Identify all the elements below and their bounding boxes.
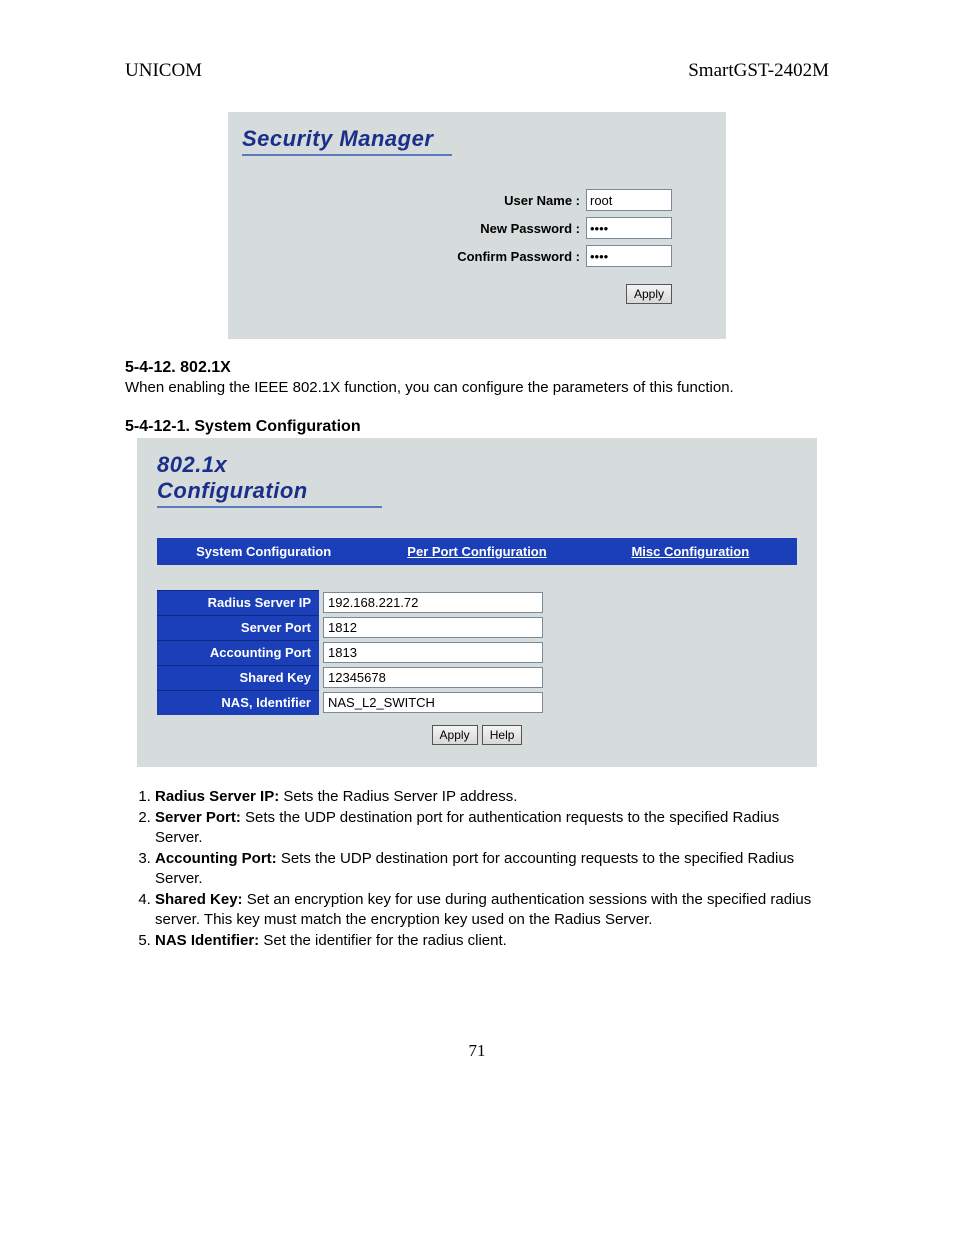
tab-per-port-configuration[interactable]: Per Port Configuration xyxy=(370,538,583,565)
accounting-port-label: Accounting Port xyxy=(157,640,319,665)
nas-identifier-input[interactable] xyxy=(323,692,543,713)
header-right: SmartGST-2402M xyxy=(688,60,829,82)
security-manager-panel: Security Manager User Name : New Passwor… xyxy=(228,112,726,339)
description-list: Radius Server IP: Sets the Radius Server… xyxy=(125,787,829,951)
radius-server-ip-label: Radius Server IP xyxy=(157,590,319,615)
header-left: UNICOM xyxy=(125,60,202,82)
config-tabs: System Configuration Per Port Configurat… xyxy=(157,538,797,565)
config-apply-button[interactable]: Apply xyxy=(432,725,478,745)
page-header: UNICOM SmartGST-2402M xyxy=(125,60,829,82)
list-item: Radius Server IP: Sets the Radius Server… xyxy=(155,787,829,807)
security-apply-button[interactable]: Apply xyxy=(626,284,672,304)
config-panel-title: 802.1x Configuration xyxy=(157,452,382,508)
list-item: Accounting Port: Sets the UDP destinatio… xyxy=(155,849,829,888)
shared-key-label: Shared Key xyxy=(157,665,319,690)
section-text-8021x: When enabling the IEEE 802.1X function, … xyxy=(125,379,829,398)
section-heading-system-config: 5-4-12-1. System Configuration xyxy=(125,418,829,436)
accounting-port-input[interactable] xyxy=(323,642,543,663)
page-number: 71 xyxy=(125,1041,829,1061)
username-label: User Name : xyxy=(504,193,580,208)
config-help-button[interactable]: Help xyxy=(482,725,523,745)
tab-system-configuration[interactable]: System Configuration xyxy=(157,538,370,565)
radius-server-ip-input[interactable] xyxy=(323,592,543,613)
tab-misc-configuration[interactable]: Misc Configuration xyxy=(584,538,797,565)
confirm-password-label: Confirm Password : xyxy=(457,249,580,264)
username-input[interactable] xyxy=(586,189,672,211)
nas-identifier-label: NAS, Identifier xyxy=(157,690,319,715)
section-heading-8021x: 5-4-12. 802.1X xyxy=(125,359,829,377)
new-password-label: New Password : xyxy=(480,221,580,236)
list-item: Server Port: Sets the UDP destination po… xyxy=(155,808,829,847)
server-port-label: Server Port xyxy=(157,615,319,640)
security-panel-title: Security Manager xyxy=(242,126,452,156)
list-item: Shared Key: Set an encryption key for us… xyxy=(155,890,829,929)
new-password-input[interactable] xyxy=(586,217,672,239)
list-item: NAS Identifier: Set the identifier for t… xyxy=(155,931,829,951)
shared-key-input[interactable] xyxy=(323,667,543,688)
8021x-config-panel: 802.1x Configuration System Configuratio… xyxy=(137,438,817,767)
server-port-input[interactable] xyxy=(323,617,543,638)
confirm-password-input[interactable] xyxy=(586,245,672,267)
